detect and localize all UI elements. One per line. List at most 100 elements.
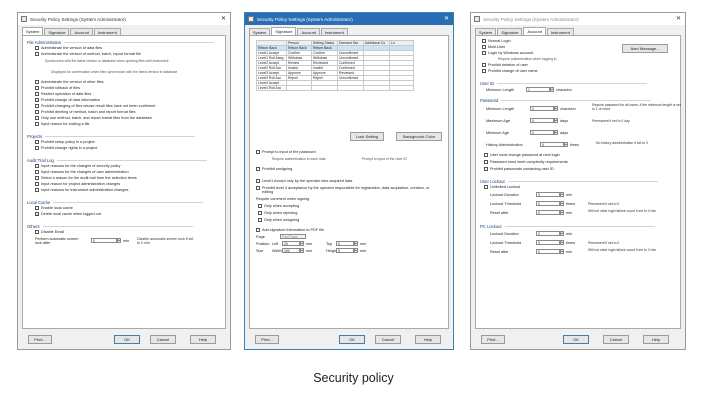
pc-reset-after-spinner[interactable] <box>560 249 564 254</box>
tab-instrument[interactable]: Instrument <box>320 28 348 35</box>
checkbox-add-pdf-signature[interactable]: Add signature information to PDF file <box>256 228 324 232</box>
pc-lockout-duration-spinner[interactable] <box>560 231 564 236</box>
help-button[interactable]: Help <box>415 335 441 344</box>
checkbox-box[interactable] <box>35 92 39 96</box>
width-spinner[interactable] <box>300 248 304 253</box>
checkbox-box[interactable] <box>256 186 260 190</box>
tab-instrument[interactable]: Instrument <box>546 28 574 35</box>
print-button[interactable]: Print... <box>28 335 52 344</box>
pc-lockout-threshold-spinner[interactable] <box>560 240 564 245</box>
history-admin-spinner[interactable] <box>564 142 568 147</box>
cancel-button[interactable]: Cancel <box>603 335 629 344</box>
tab-account[interactable]: Account <box>70 28 93 35</box>
checkbox-version-other-files[interactable]: Administrate the version of other files <box>35 80 103 84</box>
checkbox-box[interactable] <box>35 52 39 56</box>
checkbox-box[interactable] <box>35 182 39 186</box>
checkbox-box[interactable] <box>484 167 488 171</box>
lockout-duration-input[interactable]: 0 <box>536 192 560 197</box>
tab-system[interactable]: System <box>475 28 497 35</box>
checkbox-disable-email[interactable]: Disable Email <box>35 230 64 234</box>
min-age-spinner[interactable] <box>554 130 558 135</box>
tab-system[interactable]: System <box>22 27 44 35</box>
tab-instrument[interactable]: Instrument <box>93 28 121 35</box>
background-color-button[interactable]: Background Color <box>396 132 442 141</box>
tab-signature[interactable]: Signature <box>497 28 523 35</box>
height-input[interactable]: 5 <box>336 248 354 253</box>
checkbox-restrict-operation[interactable]: Restrict operation of data files <box>35 92 91 96</box>
checkbox-box[interactable] <box>35 176 39 180</box>
checkbox-box[interactable] <box>258 211 262 215</box>
checkbox-box[interactable] <box>256 228 260 232</box>
top-spinner[interactable] <box>354 241 358 246</box>
checkbox-reason-security-policy[interactable]: Input reasons for the changes of securit… <box>35 164 120 168</box>
screen-lock-input[interactable]: 0 <box>91 238 117 243</box>
checkbox-box[interactable] <box>35 86 39 90</box>
min-age-input[interactable]: 0 <box>530 130 554 135</box>
help-button[interactable]: Help <box>643 335 669 344</box>
checkbox-prohibit-deletion[interactable]: Prohibit deletion of user <box>482 63 528 67</box>
max-age-input[interactable]: 0 <box>530 118 554 123</box>
lockout-threshold-input[interactable]: 0 <box>536 201 560 206</box>
checkbox-box[interactable] <box>484 153 488 157</box>
left-spinner[interactable] <box>300 241 304 246</box>
page-select[interactable]: First Page <box>280 234 306 239</box>
checkbox-reason-instrument-admin[interactable]: Input reasons for instrument administrat… <box>35 188 128 192</box>
checkbox-box[interactable] <box>35 146 39 150</box>
checkbox-box[interactable] <box>35 104 39 108</box>
checkbox-version-method-files[interactable]: Administrate the version of method, batc… <box>35 52 141 56</box>
cancel-button[interactable]: Cancel <box>375 335 401 344</box>
ok-button[interactable]: OK <box>339 335 365 344</box>
checkbox-prohibit-deleting[interactable]: Prohibit deleting of method, batch and r… <box>35 110 136 114</box>
checkbox-box[interactable] <box>35 140 39 144</box>
checkbox-reason-user-admin[interactable]: Input reasons for the changes of user ad… <box>35 170 129 174</box>
alert-message-button[interactable]: Alert Message... <box>622 44 668 53</box>
cancel-button[interactable]: Cancel <box>150 335 176 344</box>
checkbox-prohibit-unconfirmed[interactable]: Prohibit changing of files whose result … <box>35 104 155 108</box>
checkbox-box[interactable] <box>35 46 39 50</box>
close-icon[interactable]: ✕ <box>444 15 449 22</box>
checkbox-prohibit-change-rights[interactable]: Prohibit change rights in a project <box>35 146 97 150</box>
tab-signature[interactable]: Signature <box>271 27 297 35</box>
checkbox-box[interactable] <box>482 69 486 73</box>
checkbox-enable-local-cache[interactable]: Enable local cache <box>35 206 73 210</box>
checkbox-prohibit-rename[interactable]: Prohibit change of user name <box>482 69 538 73</box>
max-age-spinner[interactable] <box>554 118 558 123</box>
tab-account[interactable]: Account <box>297 28 320 35</box>
lockout-duration-spinner[interactable] <box>560 192 564 197</box>
checkbox-box[interactable] <box>256 179 260 183</box>
checkbox-prohibit-setup-policy[interactable]: Prohibit setup policy in a project <box>35 140 95 144</box>
checkbox-box[interactable] <box>482 63 486 67</box>
checkbox-box[interactable] <box>35 170 39 174</box>
lock-setting-button[interactable]: Lock Setting <box>350 132 384 141</box>
checkbox-box[interactable] <box>482 51 486 55</box>
checkbox-password-complexity[interactable]: Password must meet complexity requiremen… <box>484 160 568 164</box>
checkbox-box[interactable] <box>258 204 262 208</box>
tab-account[interactable]: Account <box>523 27 546 35</box>
checkbox-windows-login[interactable]: Login by Windows account <box>482 51 533 55</box>
checkbox-box[interactable] <box>35 230 39 234</box>
checkbox-box[interactable] <box>35 98 39 103</box>
tab-signature[interactable]: Signature <box>44 28 70 35</box>
pw-min-length-input[interactable]: 0 <box>530 106 554 111</box>
checkbox-level1-operator[interactable]: Level1 Accept only by the operator who a… <box>256 179 352 183</box>
user-id-min-length-spinner[interactable] <box>550 87 554 92</box>
top-input[interactable]: 5 <box>336 241 354 246</box>
checkbox-box[interactable] <box>35 206 39 210</box>
user-id-min-length-input[interactable]: 1 <box>526 87 550 92</box>
pc-lockout-duration-input[interactable]: 0 <box>536 231 560 236</box>
checkbox-box[interactable] <box>35 116 39 120</box>
checkbox-prompt-password[interactable]: Prompt to input of the password <box>256 150 316 154</box>
reset-after-spinner[interactable] <box>560 210 564 215</box>
checkbox-box[interactable] <box>482 39 486 43</box>
checkbox-box[interactable] <box>35 212 39 217</box>
checkbox-prohibit-change-info[interactable]: Prohibit change of data information <box>35 98 100 103</box>
checkbox-reason-project-admin[interactable]: Input reason for project administration … <box>35 182 120 186</box>
checkbox-prohibit-user-id-password[interactable]: Prohibit passwords containing user ID <box>484 167 554 171</box>
table-row[interactable]: Level4 Roll Acc <box>256 85 414 91</box>
checkbox-only-rejecting[interactable]: Only when rejecting <box>258 211 297 215</box>
help-button[interactable]: Help <box>190 335 216 344</box>
checkbox-must-change-password[interactable]: User must change password at next login <box>484 153 560 157</box>
checkbox-box[interactable] <box>35 164 39 168</box>
checkbox-select-reason[interactable]: Select a reason for the audit trail from… <box>35 176 137 180</box>
ok-button[interactable]: OK <box>114 335 140 344</box>
